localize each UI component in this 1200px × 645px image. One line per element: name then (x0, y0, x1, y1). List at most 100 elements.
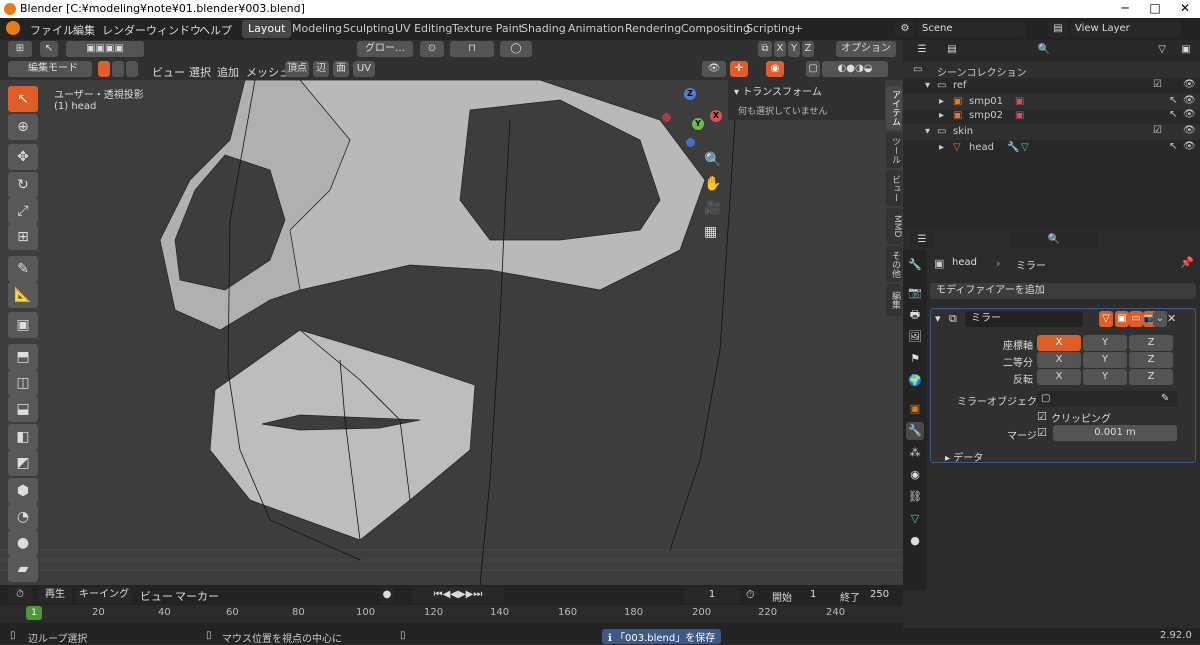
bisect-y-toggle[interactable]: Y (1083, 352, 1127, 368)
face-select-button[interactable] (126, 61, 138, 77)
maximize-button[interactable]: □ (1140, 1, 1170, 17)
tab-mmd[interactable]: MMD (886, 208, 902, 244)
scene-selector[interactable]: Scene (918, 21, 1026, 37)
select-box-tool[interactable]: ↖ (8, 86, 38, 112)
menu-edit[interactable]: 編集 (73, 22, 95, 38)
tab-other[interactable]: その他 (886, 246, 902, 282)
flip-x-toggle[interactable]: X (1037, 369, 1081, 385)
outliner-search-input[interactable]: 🔍 (1000, 42, 1088, 58)
filter-icon[interactable]: ▽ (1150, 42, 1174, 58)
world-props-icon[interactable]: 🌍 (906, 372, 924, 390)
flip-z-toggle[interactable]: Z (1129, 369, 1173, 385)
physics-props-icon[interactable]: ◉ (906, 466, 924, 484)
tab-edit[interactable]: 編集 (886, 284, 902, 316)
mode-dropdown[interactable]: 編集モード (8, 61, 92, 77)
menu-edge[interactable]: 辺 (313, 61, 329, 77)
3d-viewport[interactable]: ユーザー・透視投影 (1) head Z X Y 🔍 ✋ 🎥 ▦ ▾ トランスフ… (0, 80, 903, 585)
tool-settings-icon[interactable]: 🔧 (906, 256, 924, 274)
zoom-icon[interactable]: 🔍 (704, 152, 721, 168)
camera-icon[interactable]: 🎥 (704, 200, 721, 216)
playhead[interactable]: 1 (26, 606, 42, 620)
eyedropper-icon[interactable]: ✎ (1161, 393, 1169, 404)
mirror-object-field[interactable]: ▢ (1037, 391, 1177, 407)
gizmo-x-axis[interactable]: X (710, 110, 722, 122)
clipping-checkbox[interactable]: ☑ (1037, 410, 1047, 423)
checkbox-icon[interactable]: ☑ (1153, 79, 1162, 90)
shading-modes[interactable]: ◐●◑◒ (822, 61, 888, 77)
merge-distance-field[interactable]: 0.001 m (1053, 425, 1177, 441)
collection-skin-row[interactable]: ▾ ▭ skin ☑ 👁 (903, 124, 1200, 140)
axis-x-toggle[interactable]: X (1037, 335, 1081, 351)
annotate-tool[interactable]: ✎ (8, 256, 38, 282)
mirror-icon[interactable]: ⧉ (758, 41, 772, 57)
pan-hand-icon[interactable]: ✋ (704, 176, 721, 192)
shear-tool[interactable]: ▰ (8, 556, 38, 582)
move-tool[interactable]: ✥ (8, 144, 38, 170)
frame-ruler[interactable]: 1 20 40 60 80 100 120 140 160 180 200 22… (0, 605, 903, 623)
playback-menu[interactable]: 再生 (38, 587, 72, 603)
snap-icon[interactable]: ⊓ (450, 41, 494, 57)
menu-face[interactable]: 面 (333, 61, 349, 77)
axis-z-toggle[interactable]: Z (1129, 335, 1173, 351)
scale-tool[interactable]: ⤢ (8, 198, 38, 224)
minimize-button[interactable]: ─ (1110, 1, 1140, 17)
data-props-icon[interactable]: ▽ (906, 510, 924, 528)
flip-y-toggle[interactable]: Y (1083, 369, 1127, 385)
end-frame-field[interactable]: 250 (870, 589, 889, 600)
vertex-select-button[interactable] (98, 61, 110, 77)
new-collection-icon[interactable]: ▣ (1178, 42, 1194, 58)
tab-layout[interactable]: Layout (242, 20, 292, 38)
editor-type-button[interactable]: ⊞ (8, 41, 32, 57)
editmode-toggle[interactable]: ▽ (1099, 311, 1113, 327)
menu-mesh[interactable]: メッシュ (246, 64, 290, 80)
particles-props-icon[interactable]: ⁂ (906, 444, 924, 462)
stopwatch-icon[interactable]: ⏱ (746, 588, 755, 602)
poly-build-tool[interactable]: ⬢ (8, 478, 38, 504)
expand-icon[interactable]: ▸ (939, 96, 944, 107)
inset-tool[interactable]: ◫ (8, 370, 38, 396)
menu-add[interactable]: 追加 (217, 64, 239, 80)
output-props-icon[interactable]: 🖶 (906, 306, 924, 324)
material-props-icon[interactable]: ● (906, 532, 924, 550)
object-smp02-row[interactable]: ▸ ▣ smp02 ▣ ↖ 👁 (903, 108, 1200, 124)
eye-icon[interactable]: 👁 (1183, 79, 1196, 90)
timeline-editor-type[interactable]: ⏱ (8, 587, 32, 603)
start-frame-field[interactable]: 1 (810, 589, 816, 600)
eye-icon[interactable]: 👁 (1183, 141, 1196, 152)
properties-search-input[interactable]: 🔍 (1010, 232, 1098, 248)
expand-icon[interactable]: ▸ (939, 142, 944, 153)
proportional-icon[interactable]: ◯ (500, 41, 532, 57)
playback-controls[interactable]: ⏮◀◀▶▶⏭ (412, 587, 504, 603)
eye-icon[interactable]: 👁 (1183, 109, 1196, 120)
add-workspace-button[interactable]: + (788, 20, 809, 38)
expand-icon[interactable]: ▾ (925, 126, 930, 137)
cursor-tool[interactable]: ⊕ (8, 114, 38, 140)
tab-view[interactable]: ビュー (886, 170, 902, 206)
constraints-props-icon[interactable]: ⛓ (906, 488, 924, 506)
menu-uv[interactable]: UV (353, 61, 375, 77)
gizmo-toggle-icon[interactable]: ✛ (730, 61, 748, 77)
modifier-props-icon[interactable]: 🔧 (906, 422, 924, 440)
view-layer-props-icon[interactable]: 🖼 (906, 328, 924, 346)
tab-item[interactable]: アイテム (886, 86, 902, 130)
scene-collection-row[interactable]: ▭ シーンコレクション (903, 62, 1200, 79)
transform-orientation-dropdown[interactable]: グロー… (357, 41, 413, 57)
data-subpanel[interactable]: ▸ データ (945, 449, 983, 464)
object-props-icon[interactable]: ▣ (906, 400, 924, 418)
select-icon[interactable]: ↖ (1169, 141, 1177, 152)
gizmo-neg-z[interactable] (686, 138, 695, 147)
select-icon[interactable]: ↖ (1169, 109, 1177, 120)
options-dropdown[interactable]: オプション (836, 41, 896, 57)
bevel-tool[interactable]: ⬓ (8, 396, 38, 422)
menu-file[interactable]: ファイル (30, 22, 74, 38)
outliner-editor-type[interactable]: ☰ (910, 42, 934, 58)
editmode-display-toggle[interactable]: ▣ (1115, 311, 1129, 327)
mesh-canvas[interactable] (0, 80, 903, 585)
scene-props-icon[interactable]: ⚑ (906, 350, 924, 368)
extrude-tool[interactable]: ⬒ (8, 344, 38, 370)
close-button[interactable]: ✕ (1170, 1, 1200, 17)
knife-tool[interactable]: ◩ (8, 450, 38, 476)
gizmo-z-axis[interactable]: Z (684, 88, 696, 100)
view-layer-selector[interactable]: View Layer (1071, 21, 1181, 37)
scene-icon[interactable]: ⚙ (895, 21, 915, 37)
